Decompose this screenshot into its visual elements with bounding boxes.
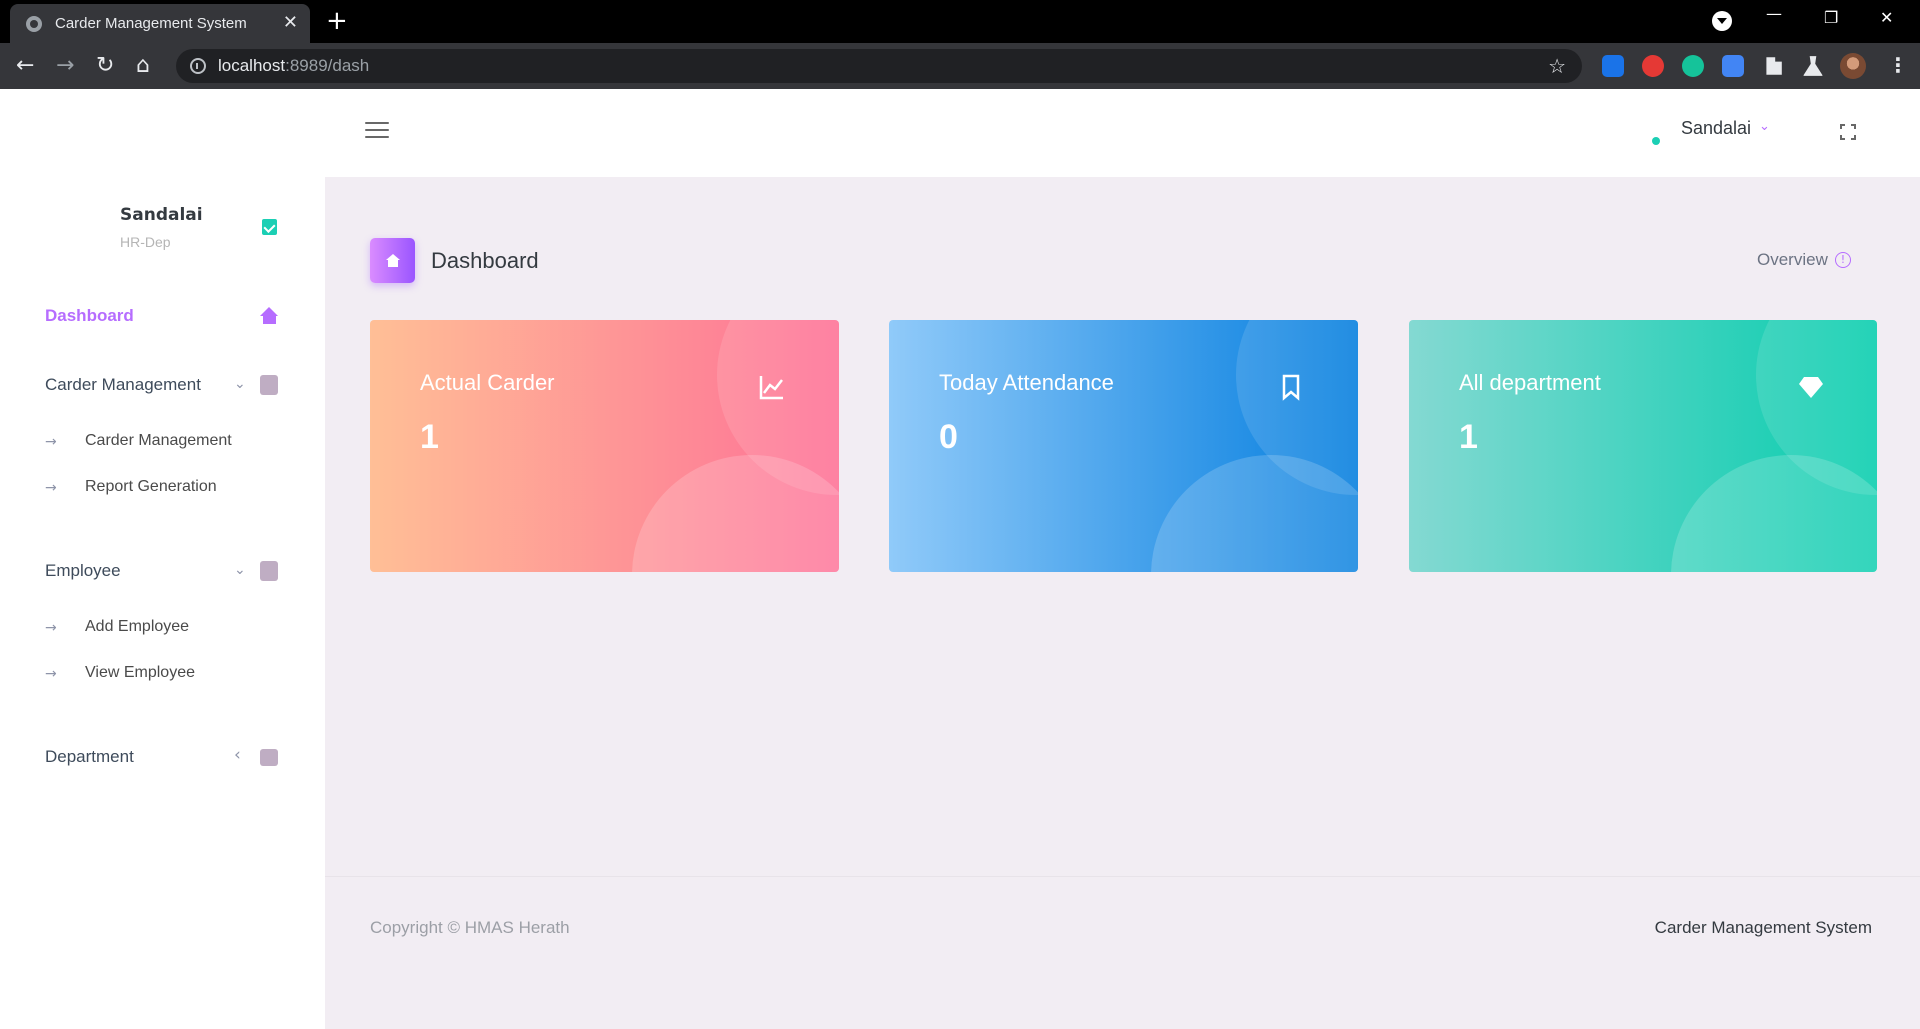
sidebar-subitem-view-employee[interactable]: View Employee xyxy=(85,664,195,682)
card-title: All department xyxy=(1459,370,1601,395)
chart-line-icon xyxy=(759,376,783,400)
card-value: 0 xyxy=(939,418,958,456)
online-status-dot xyxy=(1652,137,1660,145)
globe-icon xyxy=(26,16,42,32)
browser-menu-icon[interactable]: ⋮ xyxy=(1888,53,1908,77)
menu-toggle-icon[interactable] xyxy=(365,122,389,140)
chevron-down-icon[interactable]: ⌄ xyxy=(234,376,246,392)
footer-app-name: Carder Management System xyxy=(1654,918,1872,937)
stat-card-today-attendance: Today Attendance 0 xyxy=(889,320,1358,572)
stat-card-actual-carder: Actual Carder 1 xyxy=(370,320,839,572)
profile-role: HR-Dep xyxy=(120,234,171,250)
bookmark-icon xyxy=(1282,374,1300,401)
alert-circle-icon: ! xyxy=(1835,252,1851,268)
profile-name[interactable]: Sandalai xyxy=(120,205,203,225)
sidebar-subitem-carder-management[interactable]: Carder Management xyxy=(85,432,232,450)
browser-toolbar: ← → ↻ ⌂ localhost:8989/dash ☆ ⋮ xyxy=(0,43,1920,89)
tab-title: Carder Management System xyxy=(55,15,247,32)
home-icon[interactable]: ⌂ xyxy=(136,52,150,80)
arrow-right-icon: → xyxy=(45,480,57,496)
card-title: Actual Carder xyxy=(420,370,555,395)
tab-search-icon[interactable] xyxy=(1712,11,1732,31)
chevron-left-icon[interactable]: ‹ xyxy=(234,745,241,765)
arrow-right-icon: → xyxy=(45,620,57,636)
browser-tab-strip: Carder Management System ✕ + — ❐ ✕ xyxy=(0,0,1920,43)
adblock-extension-icon[interactable] xyxy=(1642,55,1664,77)
card-value: 1 xyxy=(1459,418,1478,456)
chevron-down-icon[interactable]: ⌄ xyxy=(234,562,246,578)
labs-flask-icon[interactable] xyxy=(1803,56,1823,76)
card-value: 1 xyxy=(420,418,439,456)
verified-icon xyxy=(262,219,277,235)
sidebar-item-carder-management[interactable]: Carder Management xyxy=(45,375,201,395)
user-menu[interactable]: Sandalai xyxy=(1681,118,1751,139)
arrow-right-icon: → xyxy=(45,666,57,682)
chevron-down-icon[interactable]: ⌄ xyxy=(1759,119,1770,134)
reload-icon[interactable]: ↻ xyxy=(96,52,114,80)
minimize-icon[interactable]: — xyxy=(1766,4,1782,23)
contact-card-icon xyxy=(260,561,278,581)
fullscreen-icon[interactable] xyxy=(1840,124,1856,140)
sidebar-subitem-add-employee[interactable]: Add Employee xyxy=(85,618,189,636)
window-close-icon[interactable]: ✕ xyxy=(1880,8,1893,27)
forward-icon[interactable]: → xyxy=(56,52,74,80)
overview-link[interactable]: Overview xyxy=(1757,250,1828,270)
page-title: Dashboard xyxy=(431,248,539,273)
extension-icon[interactable] xyxy=(1602,55,1624,77)
sidebar-item-dashboard[interactable]: Dashboard xyxy=(45,306,134,326)
sidebar-subitem-report-generation[interactable]: Report Generation xyxy=(85,478,217,496)
site-info-icon[interactable] xyxy=(190,58,206,74)
top-navbar: Sandalai ⌄ xyxy=(325,89,1920,177)
contact-card-icon xyxy=(260,375,278,395)
back-icon[interactable]: ← xyxy=(16,52,34,80)
home-icon xyxy=(260,307,279,325)
translate-extension-icon[interactable] xyxy=(1722,55,1744,77)
restore-icon[interactable]: ❐ xyxy=(1824,8,1838,27)
sidebar-item-department[interactable]: Department xyxy=(45,747,134,767)
footer: Copyright © HMAS Herath Carder Managemen… xyxy=(325,876,1920,1029)
main-content: Dashboard Overview ! Actual Carder 1 Tod… xyxy=(325,177,1920,1029)
address-bar[interactable]: localhost:8989/dash ☆ xyxy=(176,49,1582,83)
close-tab-icon[interactable]: ✕ xyxy=(283,12,298,33)
sidebar: Sandalai HR-Dep Dashboard Carder Managem… xyxy=(0,89,325,1029)
stat-card-all-department: All department 1 xyxy=(1409,320,1877,572)
profile-avatar[interactable] xyxy=(1840,53,1866,79)
medical-bag-icon xyxy=(260,749,278,766)
arrow-right-icon: → xyxy=(45,434,57,450)
new-tab-button[interactable]: + xyxy=(326,6,348,36)
sidebar-item-employee[interactable]: Employee xyxy=(45,561,121,581)
url-text[interactable]: localhost:8989/dash xyxy=(218,56,369,76)
card-title: Today Attendance xyxy=(939,370,1114,395)
home-icon xyxy=(370,238,415,283)
app-root: Sandalai HR-Dep Dashboard Carder Managem… xyxy=(0,89,1920,1029)
diamond-icon xyxy=(1799,377,1823,398)
browser-tab[interactable]: Carder Management System ✕ xyxy=(10,4,310,43)
bookmark-star-icon[interactable]: ☆ xyxy=(1548,54,1566,78)
grammarly-extension-icon[interactable] xyxy=(1682,55,1704,77)
puzzle-extensions-icon[interactable] xyxy=(1766,57,1782,75)
footer-copyright: Copyright © HMAS Herath xyxy=(370,918,570,937)
